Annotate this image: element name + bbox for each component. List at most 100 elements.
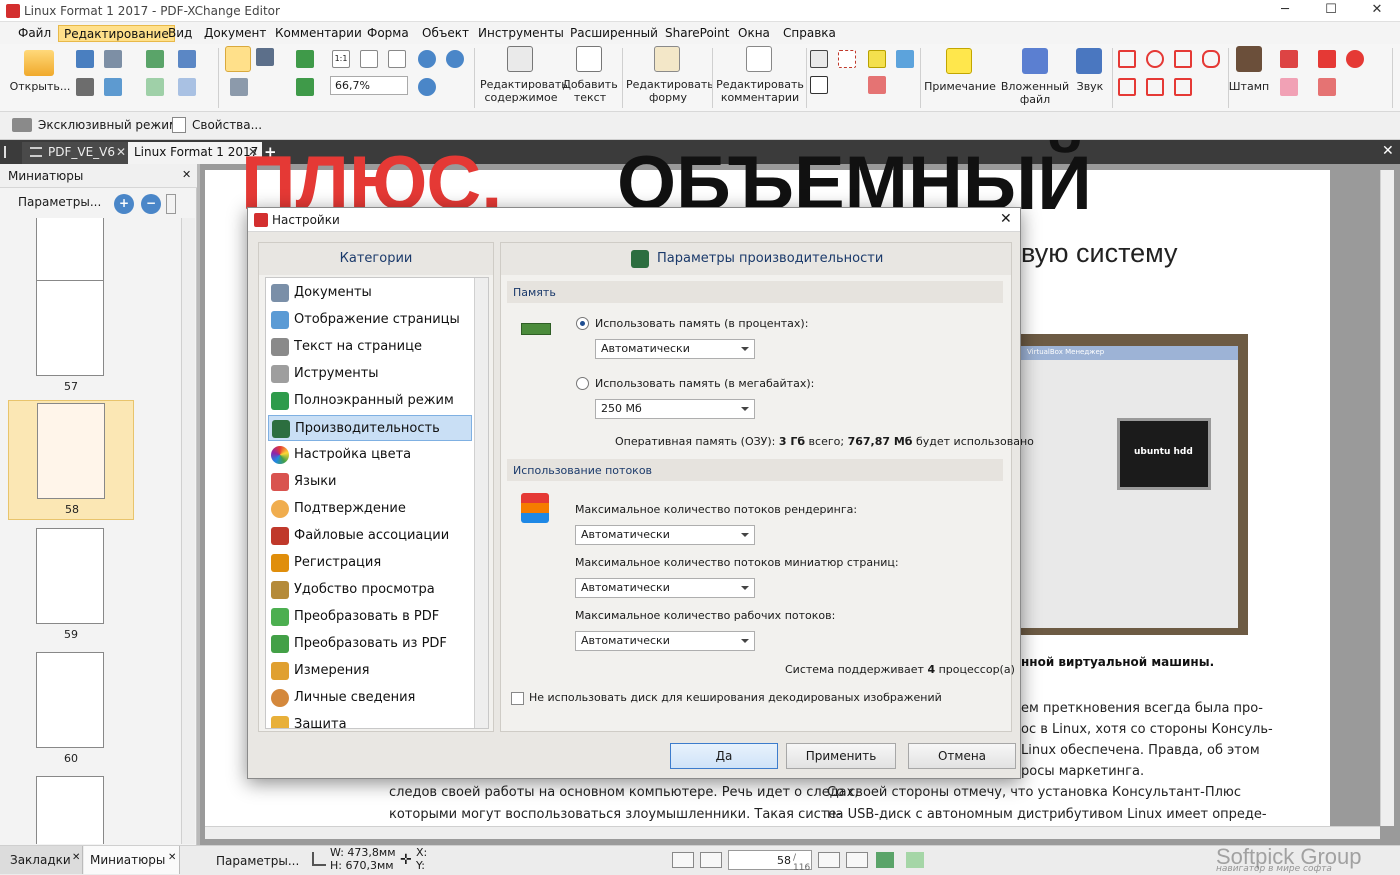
zoom-in-icon[interactable] [418, 50, 436, 68]
menu-edit[interactable]: Редактирование [58, 25, 175, 42]
category-confirmation[interactable]: Подтверждение [268, 496, 472, 522]
memory-percent-select[interactable]: Автоматически [595, 339, 755, 359]
open-button-label[interactable]: Открыть... [8, 80, 72, 93]
thumbnail-options-dropdown[interactable]: Параметры... [8, 192, 108, 212]
cancel-button[interactable]: Отмена [908, 743, 1016, 769]
view-options-button[interactable]: Параметры... [216, 854, 299, 868]
menu-advanced[interactable]: Расширенный [565, 25, 663, 42]
panel-toggle-icon[interactable] [4, 146, 16, 158]
oval-tool-icon[interactable] [1146, 50, 1164, 68]
menu-sharepoint[interactable]: SharePoint [660, 25, 734, 42]
menu-file[interactable]: Файл [13, 25, 56, 42]
disk-cache-checkbox[interactable] [511, 692, 524, 705]
tab-thumbnails[interactable]: Миниатюры ✕ [84, 846, 180, 874]
category-documents[interactable]: Документы [268, 280, 472, 306]
zoom-plus-icon[interactable] [418, 78, 436, 96]
note-icon[interactable] [946, 48, 972, 74]
highlight-text-icon[interactable] [868, 50, 886, 68]
apply-button[interactable]: Применить [786, 743, 896, 769]
sound-icon[interactable] [1076, 48, 1102, 74]
attached-file-label[interactable]: Вложенный файл [1000, 80, 1070, 106]
page-number-field[interactable]: 58 / 116 [728, 850, 812, 873]
add-text-label[interactable]: Добавить текст [562, 78, 618, 104]
menu-document[interactable]: Документ [199, 25, 271, 42]
edit-form-label[interactable]: Редактировать форму [626, 78, 714, 104]
properties-button[interactable]: Свойства... [192, 118, 262, 132]
thumbnail-61[interactable] [8, 774, 134, 844]
menu-object[interactable]: Объект [417, 25, 474, 42]
close-tab-icon[interactable]: ✕ [72, 852, 80, 863]
zoom-in-thumbnails-icon[interactable]: + [114, 194, 134, 214]
zoom-select[interactable]: 66,7% [330, 76, 408, 95]
arrow-tool-icon[interactable] [1118, 78, 1136, 96]
area-icon[interactable] [1318, 78, 1336, 96]
work-threads-select[interactable]: Автоматически [575, 631, 755, 651]
previous-page-icon[interactable] [700, 852, 722, 868]
underline-text-icon[interactable] [896, 50, 914, 68]
close-tab-icon[interactable]: ✕ [168, 852, 176, 863]
category-languages[interactable]: Языки [268, 469, 472, 495]
category-fullscreen[interactable]: Полноэкранный режим [268, 388, 472, 414]
exclusive-mode-button[interactable]: Эксклюзивный режим [38, 118, 178, 132]
document-horizontal-scrollbar[interactable] [205, 826, 1380, 839]
category-performance[interactable]: Производительность [268, 415, 472, 441]
back-view-icon[interactable] [876, 852, 894, 868]
category-file-associations[interactable]: Файловые ассоциации [268, 523, 472, 549]
sound-label[interactable]: Звук [1070, 80, 1110, 93]
thumbnail-57[interactable]: 57 [8, 278, 134, 400]
category-page-display[interactable]: Отображение страницы [268, 307, 472, 333]
menu-view[interactable]: Вид [163, 25, 197, 42]
close-window-button[interactable]: ✕ [1354, 2, 1400, 20]
fit-page-icon[interactable] [360, 50, 378, 68]
tab-pdf-ve-v6[interactable]: PDF_VE_V6 ✕ [22, 142, 130, 164]
menu-comments[interactable]: Комментарии [270, 25, 367, 42]
menu-form[interactable]: Форма [362, 25, 414, 42]
typewriter-icon[interactable] [810, 50, 828, 68]
menu-tools[interactable]: Инструменты [473, 25, 569, 42]
thumbnail-59[interactable]: 59 [8, 526, 134, 648]
category-convert-from-pdf[interactable]: Преобразовать из PDF [268, 631, 472, 657]
add-text-icon[interactable] [576, 46, 602, 72]
maximize-button[interactable]: ☐ [1308, 2, 1354, 20]
first-page-icon[interactable] [672, 852, 694, 868]
category-color[interactable]: Настройка цвета [268, 442, 472, 468]
fit-width-icon[interactable] [388, 50, 406, 68]
polygon-tool-icon[interactable] [1174, 50, 1192, 68]
stamp-label[interactable]: Штамп [1228, 80, 1270, 93]
memory-percent-radio[interactable] [576, 317, 589, 330]
scan-icon[interactable] [104, 50, 122, 68]
actual-size-button[interactable]: 1:1 [332, 50, 350, 68]
thumbnails-scrollbar[interactable] [181, 218, 195, 844]
memory-mb-select[interactable]: 250 Мб [595, 399, 755, 419]
thumbnail-threads-select[interactable]: Автоматически [575, 578, 755, 598]
forward-view-icon[interactable] [906, 852, 924, 868]
minimize-button[interactable]: ─ [1262, 2, 1308, 20]
forward-icon[interactable] [146, 78, 164, 96]
edit-content-label[interactable]: Редактировать содержимое [480, 78, 568, 104]
ok-button[interactable]: Да [670, 743, 778, 769]
edit-content-icon[interactable] [507, 46, 533, 72]
pencil-icon[interactable] [1280, 50, 1298, 68]
category-convert-to-pdf[interactable]: Преобразовать в PDF [268, 604, 472, 630]
zoom-out-thumbnails-icon[interactable]: − [141, 194, 161, 214]
document-vertical-scrollbar[interactable] [1380, 170, 1394, 826]
category-security[interactable]: Защита [268, 712, 472, 728]
textbox-icon[interactable] [838, 50, 856, 68]
category-registration[interactable]: Регистрация [268, 550, 472, 576]
select-text-icon[interactable] [256, 48, 274, 66]
close-all-icon[interactable]: ✕ [1382, 143, 1394, 159]
print-icon[interactable] [76, 78, 94, 96]
rotate-right-icon[interactable] [296, 50, 314, 68]
category-identity[interactable]: Личные сведения [268, 685, 472, 711]
no-sign-icon[interactable] [1346, 50, 1364, 68]
render-threads-select[interactable]: Автоматически [575, 525, 755, 545]
category-tools[interactable]: Иструменты [268, 361, 472, 387]
zoom-out-icon[interactable] [446, 50, 464, 68]
menu-help[interactable]: Справка [778, 25, 841, 42]
eraser-icon[interactable] [1280, 78, 1298, 96]
cloud-tool-icon[interactable] [1202, 50, 1220, 68]
edit-comments-label[interactable]: Редактировать комментарии [716, 78, 804, 104]
category-measure[interactable]: Измерения [268, 658, 472, 684]
last-page-icon[interactable] [846, 852, 868, 868]
category-page-text[interactable]: Текст на странице [268, 334, 472, 360]
